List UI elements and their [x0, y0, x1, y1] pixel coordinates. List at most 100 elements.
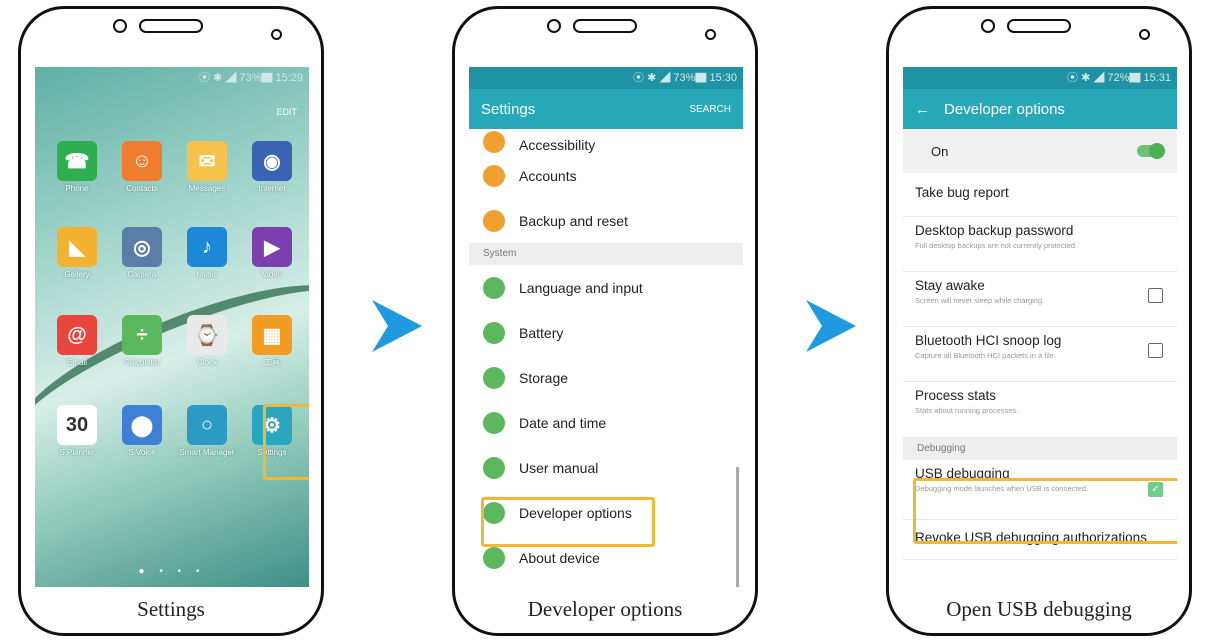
- manual-icon: [483, 456, 505, 479]
- app-messages[interactable]: ✉ Messages: [177, 141, 237, 194]
- messages-icon: ✉: [187, 141, 227, 181]
- dev-option-title: Bluetooth HCI snoop log: [915, 333, 1062, 348]
- app-internet[interactable]: ◉ Internet: [242, 141, 302, 194]
- app-calculator[interactable]: ÷ Calculator: [112, 315, 172, 368]
- app-gallery[interactable]: ◣ Gallery: [47, 227, 107, 280]
- dev-option-summary: Screen will never sleep while charging.: [915, 296, 1045, 305]
- usb-debugging-highlight: [913, 478, 1177, 544]
- app-contacts[interactable]: ☺ Contacts: [112, 141, 172, 194]
- email-icon: @: [57, 315, 97, 355]
- dev-option-title: Desktop backup password: [915, 223, 1074, 238]
- developer-options-highlight: [481, 497, 655, 547]
- dev-option-title: Take bug report: [915, 185, 1009, 200]
- phone-home: ⦿ ✱ ◢ 73%▇ 15:29 EDIT ☎ Phone ☺ Contacts ✉ Me…: [18, 6, 324, 636]
- phone-developer-options: ⦿ ✱ ◢ 72%▇ 15:31 ← Developer options On …: [886, 6, 1192, 636]
- list-item-label: About device: [519, 549, 600, 566]
- phone-settings: ⦿ ✱ ◢ 73%▇ 15:30 Settings SEARCH Accessi…: [452, 6, 758, 636]
- app-clock[interactable]: ⌚ Clock: [177, 315, 237, 368]
- app-label: Gallery: [64, 270, 90, 279]
- list-item-language-and-input[interactable]: Language and input: [469, 265, 743, 310]
- status-bar: ⦿ ✱ ◢ 72%▇ 15:31: [903, 67, 1177, 89]
- dev-option-desktop-backup-password[interactable]: Desktop backup password Full desktop back…: [903, 217, 1177, 272]
- list-item-label: Accessibility: [519, 137, 596, 153]
- checkbox[interactable]: [1148, 288, 1163, 303]
- back-arrow-icon[interactable]: ←: [915, 101, 930, 118]
- list-item-user-manual[interactable]: User manual: [469, 445, 743, 490]
- calendar-icon: [483, 411, 505, 434]
- page-title: Settings: [481, 100, 536, 118]
- language-icon: [483, 276, 505, 299]
- caption-settings: Settings: [137, 597, 205, 621]
- status-bar: ⦿ ✱ ◢ 73%▇ 15:29: [199, 72, 303, 84]
- speaker-icon: [573, 19, 637, 33]
- storage-icon: [483, 366, 505, 389]
- dev-option-stay-awake[interactable]: Stay awake Screen will never sleep while …: [903, 272, 1177, 327]
- dev-option-process-stats[interactable]: Process stats Stats about running process…: [903, 382, 1177, 438]
- front-camera-icon: [705, 29, 716, 40]
- app-label: Camera: [127, 270, 157, 279]
- internet-icon: ◉: [252, 141, 292, 181]
- developer-toggle[interactable]: [1137, 143, 1165, 159]
- list-item-label: User manual: [519, 459, 599, 476]
- front-sensor-icon: [981, 19, 995, 33]
- caption-usb-debugging: Open USB debugging: [946, 597, 1132, 621]
- key-icon: [483, 164, 505, 187]
- voice-icon: ⬤: [122, 405, 162, 445]
- settings-app-bar: Settings SEARCH: [469, 89, 743, 129]
- search-button[interactable]: SEARCH: [689, 104, 731, 115]
- app-smart-manager[interactable]: ○ Smart Manager: [177, 405, 237, 458]
- dev-option-take-bug-report[interactable]: Take bug report: [903, 173, 1177, 217]
- front-camera-icon: [1139, 29, 1150, 40]
- section-header-system: System: [469, 243, 743, 265]
- list-item-label: Language and input: [519, 279, 643, 296]
- list-item-accessibility[interactable]: Accessibility: [469, 129, 743, 153]
- info-icon: [483, 546, 505, 569]
- front-sensor-icon: [547, 19, 561, 33]
- developer-options-screen: ⦿ ✱ ◢ 72%▇ 15:31 ← Developer options On …: [903, 67, 1177, 587]
- front-camera-icon: [271, 29, 282, 40]
- edit-button[interactable]: EDIT: [276, 107, 297, 117]
- list-item-label: Accounts: [519, 167, 577, 184]
- list-item-storage[interactable]: Storage: [469, 355, 743, 400]
- app-label: S Voice: [128, 448, 156, 457]
- page-title: Developer options: [944, 100, 1065, 118]
- developer-app-bar: ← Developer options: [903, 89, 1177, 129]
- app-label: Internet: [258, 184, 286, 193]
- app-s-planner[interactable]: 30 S Planner: [47, 405, 107, 458]
- app-email[interactable]: @ Email: [47, 315, 107, 368]
- app-video[interactable]: ▶ Video: [242, 227, 302, 280]
- accessibility-icon: [483, 131, 505, 153]
- video-icon: ▶: [252, 227, 292, 267]
- app-工具[interactable]: ▦ 工具: [242, 315, 302, 368]
- dev-option-bluetooth-hci-snoop-log[interactable]: Bluetooth HCI snoop log Capture all Bluet…: [903, 327, 1177, 382]
- page-indicator: ● • • •: [138, 566, 206, 577]
- list-item-date-and-time[interactable]: Date and time: [469, 400, 743, 445]
- battery-icon: [483, 321, 505, 344]
- contacts-icon: ☺: [122, 141, 162, 181]
- camera-icon: ◎: [122, 227, 162, 267]
- dev-option-summary: Capture all Bluetooth HCI packets in a f…: [915, 351, 1056, 360]
- settings-screen: ⦿ ✱ ◢ 73%▇ 15:30 Settings SEARCH Accessi…: [469, 67, 743, 587]
- app-label: Contacts: [126, 184, 158, 193]
- app-phone[interactable]: ☎ Phone: [47, 141, 107, 194]
- smart-manager-icon: ○: [187, 405, 227, 445]
- front-sensor-icon: [113, 19, 127, 33]
- scrollbar[interactable]: [736, 467, 739, 587]
- dev-option-title: Process stats: [915, 388, 997, 403]
- gallery-icon: ◣: [57, 227, 97, 267]
- phone-icon: ☎: [57, 141, 97, 181]
- list-item-battery[interactable]: Battery: [469, 310, 743, 355]
- list-item-accounts[interactable]: Accounts: [469, 153, 743, 198]
- app-music[interactable]: ♪ Music: [177, 227, 237, 280]
- backup-icon: [483, 209, 505, 232]
- app-s-voice[interactable]: ⬤ S Voice: [112, 405, 172, 458]
- app-label: 工具: [264, 358, 280, 367]
- app-label: Phone: [65, 184, 89, 193]
- app-camera[interactable]: ◎ Camera: [112, 227, 172, 280]
- checkbox[interactable]: [1148, 343, 1163, 358]
- dev-option-summary: Stats about running processes.: [915, 406, 1019, 415]
- app-label: Clock: [196, 358, 217, 367]
- list-item-backup-and-reset[interactable]: Backup and reset: [469, 198, 743, 243]
- developer-on-bar[interactable]: On: [903, 129, 1177, 173]
- home-screen: ⦿ ✱ ◢ 73%▇ 15:29 EDIT ☎ Phone ☺ Contacts ✉ Me…: [35, 67, 309, 587]
